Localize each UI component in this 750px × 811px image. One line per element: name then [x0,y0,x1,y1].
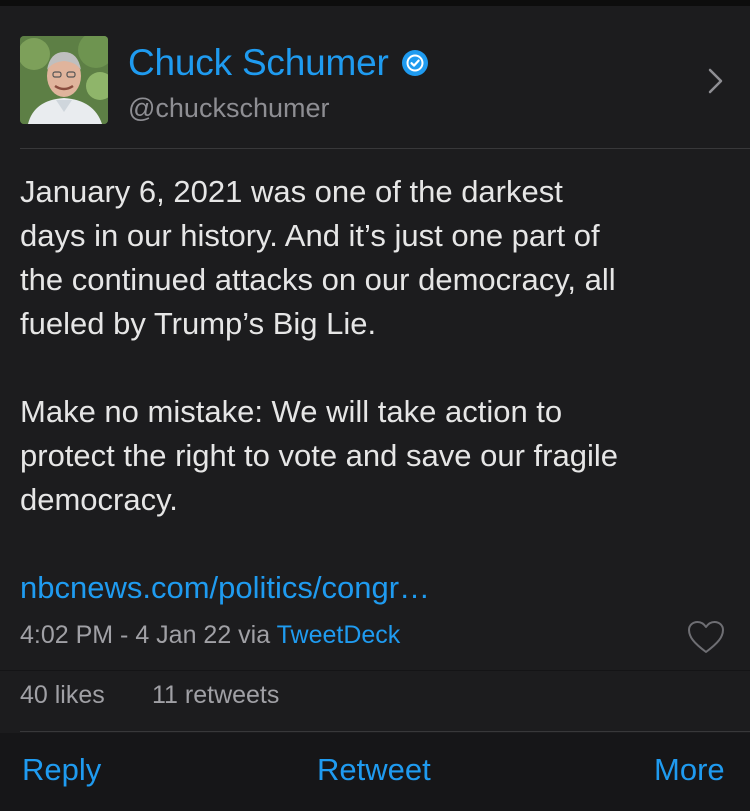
chevron-right-icon[interactable] [706,66,726,96]
author-name[interactable]: Chuck Schumer [128,42,389,84]
retweet-button[interactable]: Retweet [317,751,431,789]
tweet-detail-card: Chuck Schumer @chuckschumer January 6, 2… [0,0,750,811]
stats-divider [20,731,750,732]
tweet-body: January 6, 2021 was one of the darkest d… [20,174,618,517]
retweets-count[interactable]: 11 retweets [152,680,279,710]
author-name-row[interactable]: Chuck Schumer [128,42,429,84]
tweet-client-link[interactable]: TweetDeck [277,621,401,649]
author-handle[interactable]: @chuckschumer [128,92,329,124]
likes-count[interactable]: 40 likes [20,680,105,710]
tweet-author-header[interactable]: Chuck Schumer @chuckschumer [0,6,750,146]
meta-divider [0,670,750,671]
reply-button[interactable]: Reply [22,751,101,789]
profile-photo [20,36,108,124]
stats-bar [0,672,750,732]
tweet-link[interactable]: nbcnews.com/politics/congr… [20,568,430,608]
more-button[interactable]: More [654,751,725,789]
header-divider [20,148,750,149]
tweet-time: 4:02 PM - 4 Jan 22 via [20,621,277,649]
heart-outline-icon[interactable] [686,619,726,655]
tweet-timestamp: 4:02 PM - 4 Jan 22 via TweetDeck [20,618,400,652]
verified-badge-icon [401,49,429,77]
avatar[interactable] [20,36,108,124]
